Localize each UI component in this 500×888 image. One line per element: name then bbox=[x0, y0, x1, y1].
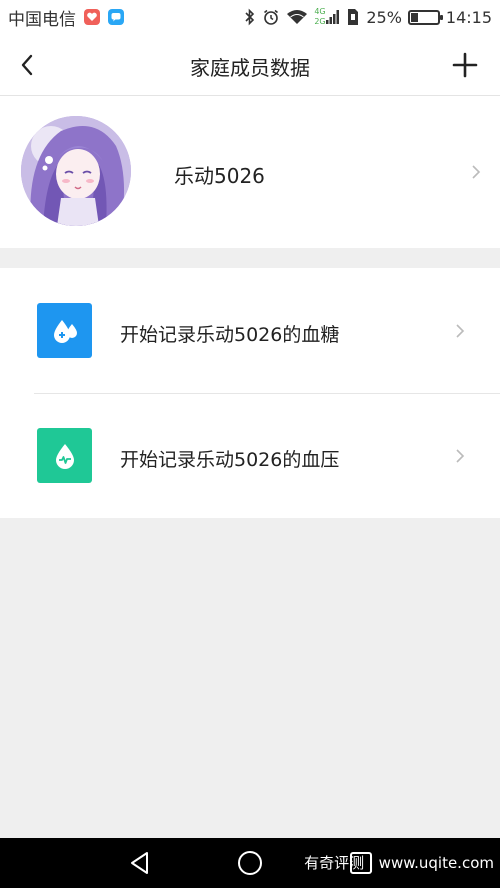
system-navigation-bar: 有奇评测 | www.uqite.com bbox=[0, 838, 500, 888]
battery-percent: 25% bbox=[366, 7, 402, 27]
health-app-notification-icon bbox=[84, 9, 100, 25]
record-blood-pressure-label: 开始记录乐动5026的血压 bbox=[120, 449, 340, 471]
network-type-bottom: 2G bbox=[314, 17, 326, 26]
home-circle-icon[interactable] bbox=[237, 850, 263, 876]
record-blood-sugar-label: 开始记录乐动5026的血糖 bbox=[120, 324, 340, 346]
member-name: 乐动5026 bbox=[174, 164, 265, 188]
page-title: 家庭成员数据 bbox=[190, 56, 310, 80]
bluetooth-icon bbox=[244, 8, 256, 26]
battery-fill bbox=[410, 12, 418, 22]
member-profile-row[interactable]: 乐动5026 bbox=[0, 96, 500, 248]
wifi-icon bbox=[286, 9, 308, 25]
record-blood-pressure-item[interactable]: 开始记录乐动5026的血压 bbox=[0, 393, 500, 518]
status-icons: 4G 2G 25% 14:15 bbox=[244, 7, 492, 27]
cellular-signal-icon: 4G 2G bbox=[314, 7, 340, 27]
watermark: 有奇评测 | www.uqite.com bbox=[304, 854, 494, 872]
network-type-top: 4G bbox=[314, 7, 326, 16]
battery-icon bbox=[407, 9, 443, 25]
chevron-right-icon bbox=[456, 324, 465, 338]
add-member-button[interactable] bbox=[452, 52, 478, 78]
navigation-bar: 家庭成员数据 bbox=[0, 34, 500, 96]
status-bar: 中国电信 4G 2G 25% 14:15 bbox=[0, 0, 500, 34]
chevron-right-icon bbox=[472, 165, 481, 179]
blood-pressure-drop-icon bbox=[37, 428, 92, 483]
record-list: 开始记录乐动5026的血糖 开始记录乐动5026的血压 bbox=[0, 268, 500, 518]
record-blood-sugar-item[interactable]: 开始记录乐动5026的血糖 bbox=[0, 268, 500, 394]
message-notification-icon bbox=[108, 9, 124, 25]
sim-card-icon bbox=[346, 8, 360, 26]
chevron-right-icon bbox=[456, 449, 465, 463]
carrier-label: 中国电信 bbox=[8, 9, 76, 30]
back-triangle-icon[interactable] bbox=[127, 850, 153, 876]
alarm-clock-icon bbox=[262, 8, 280, 26]
blood-sugar-drop-icon bbox=[37, 303, 92, 358]
plus-icon bbox=[452, 52, 478, 78]
avatar bbox=[21, 116, 131, 226]
clock: 14:15 bbox=[445, 7, 492, 27]
